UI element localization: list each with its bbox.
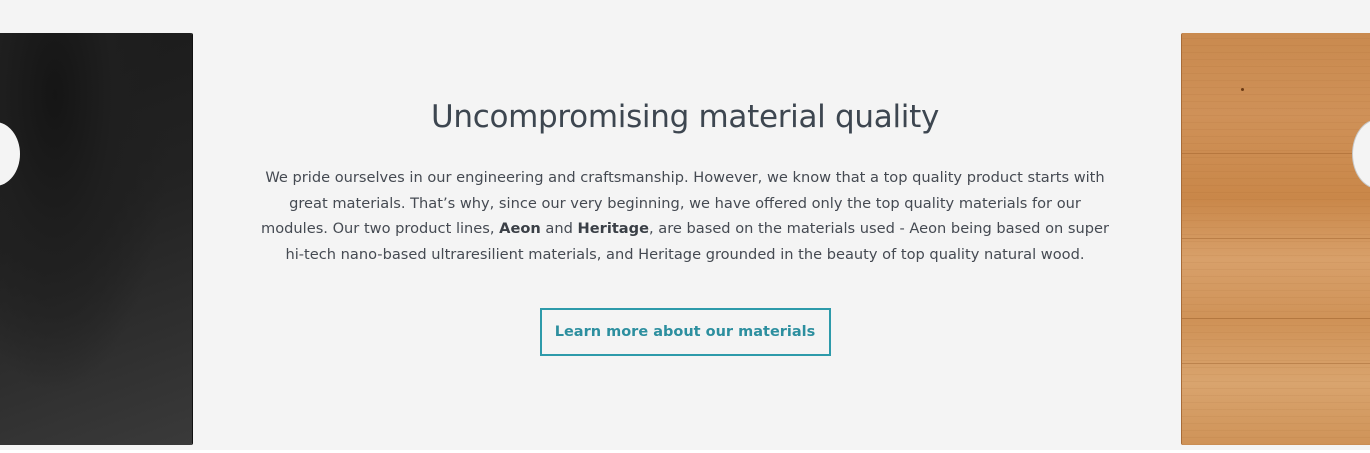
description-text: and <box>540 220 578 238</box>
wood-material-sample-image <box>1181 33 1370 445</box>
panel-cutout <box>0 122 20 186</box>
black-material-sample-image <box>0 33 192 445</box>
learn-more-materials-button[interactable]: Learn more about our materials <box>539 307 831 356</box>
materials-section: Uncompromising material quality We pride… <box>0 0 1370 450</box>
wood-grain-line <box>1182 153 1370 154</box>
wood-knot <box>1241 88 1244 91</box>
product-line-aeon: Aeon <box>499 220 541 238</box>
materials-content: Uncompromising material quality We pride… <box>260 97 1110 356</box>
section-description: We pride ourselves in our engineering an… <box>260 165 1110 268</box>
product-line-heritage: Heritage <box>577 220 649 238</box>
wood-grain-line <box>1182 238 1370 239</box>
wood-grain-line <box>1182 318 1370 319</box>
panel-cutout <box>1352 119 1370 189</box>
section-title: Uncompromising material quality <box>431 99 939 135</box>
wood-grain-line <box>1182 363 1370 364</box>
